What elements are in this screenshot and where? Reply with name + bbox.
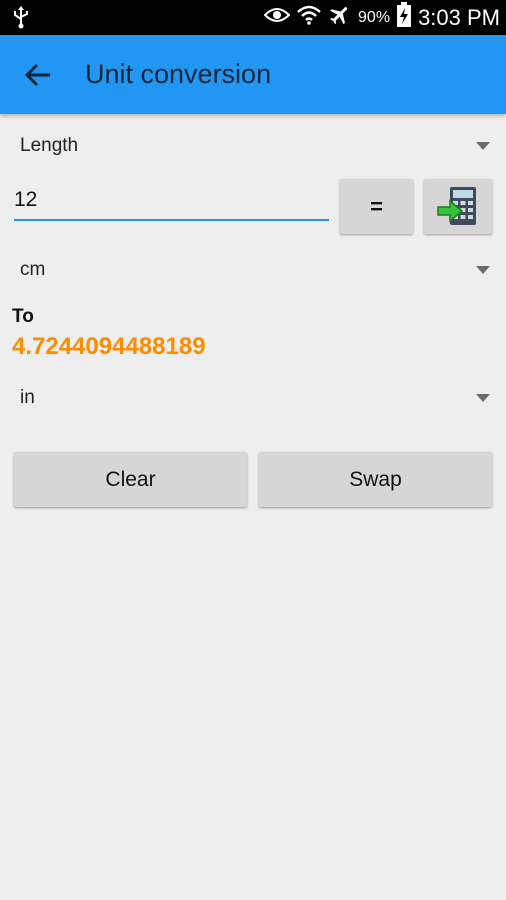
eye-icon <box>263 6 291 29</box>
clear-button[interactable]: Clear <box>14 452 247 507</box>
status-icons: 90% 3:03 PM <box>258 0 500 35</box>
calculator-arrow-icon <box>437 187 476 225</box>
page-title: Unit conversion <box>85 59 272 89</box>
usb-icon <box>12 5 30 34</box>
to-unit-dropdown[interactable]: in <box>0 376 506 420</box>
category-dropdown[interactable]: Length <box>0 124 506 168</box>
equals-button[interactable]: = <box>340 179 413 234</box>
arrow-back-icon[interactable] <box>20 57 56 93</box>
battery-percent: 90% <box>358 8 391 26</box>
category-selected: Length <box>20 135 79 156</box>
input-underline <box>14 219 329 221</box>
from-unit-dropdown[interactable]: cm <box>0 248 506 292</box>
dropdown-arrow-icon <box>476 394 490 402</box>
to-label: To <box>12 306 34 327</box>
to-unit-selected: in <box>20 387 35 408</box>
app-bar: Unit conversion <box>0 35 506 114</box>
value-input[interactable] <box>14 174 329 222</box>
wifi-icon <box>296 3 322 32</box>
battery-charging-icon <box>396 2 412 33</box>
calculator-button[interactable] <box>424 179 492 234</box>
dropdown-arrow-icon <box>476 266 490 274</box>
airplane-icon <box>328 3 352 32</box>
dropdown-arrow-icon <box>476 142 490 150</box>
status-bar: 90% 3:03 PM <box>0 0 506 35</box>
value-input-wrapper <box>14 174 329 222</box>
clock: 3:03 PM <box>418 4 500 30</box>
result-value: 4.7244094488189 <box>12 333 206 360</box>
swap-button[interactable]: Swap <box>259 452 492 507</box>
from-unit-selected: cm <box>20 259 46 280</box>
